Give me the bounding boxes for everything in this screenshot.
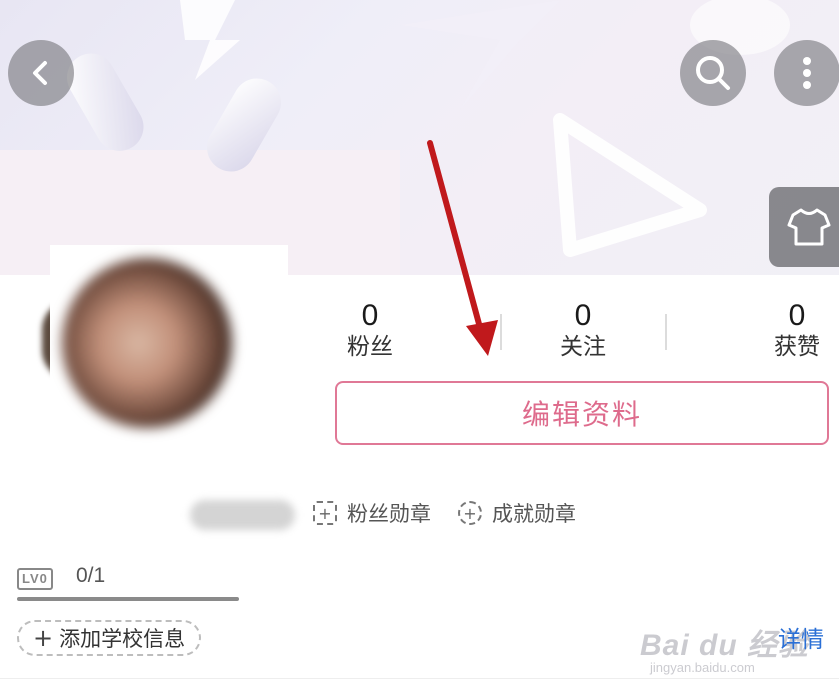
- details-link[interactable]: 详情: [778, 620, 824, 654]
- achievement-badge-label: 成就勋章: [492, 502, 576, 526]
- plus-icon: +: [33, 624, 54, 652]
- avatar[interactable]: [62, 258, 232, 428]
- watermark-url: jingyan.baidu.com: [650, 660, 755, 675]
- stat-fans-value: 0: [361, 299, 379, 332]
- fan-badge-icon: +: [313, 501, 337, 525]
- dress-up-button[interactable]: [769, 187, 839, 267]
- fan-badge-label: 粉丝勋章: [347, 502, 431, 526]
- add-school-button[interactable]: + 添加学校信息: [17, 620, 202, 656]
- more-button[interactable]: [774, 40, 839, 106]
- stat-following-value: 0: [574, 299, 592, 332]
- edit-profile-button[interactable]: 编辑资料: [335, 381, 829, 445]
- more-dots-icon: [803, 57, 811, 89]
- add-school-label: 添加学校信息: [59, 627, 186, 651]
- level-progress-bar: [17, 597, 239, 601]
- tshirt-icon: [787, 208, 831, 246]
- stat-divider: [665, 314, 667, 350]
- search-button[interactable]: [680, 40, 746, 106]
- stat-following[interactable]: 0 关注: [543, 300, 623, 362]
- fan-badge-link[interactable]: + 粉丝勋章: [313, 498, 431, 528]
- username-blurred: [190, 500, 295, 530]
- stat-fans[interactable]: 0 粉丝: [330, 300, 410, 362]
- stat-likes-value: 0: [788, 299, 806, 332]
- stat-likes-label: 获赞: [774, 334, 820, 360]
- stat-divider: [500, 314, 502, 350]
- stat-fans-label: 粉丝: [347, 334, 393, 360]
- level-progress-text: 0/1: [76, 564, 106, 587]
- stat-following-label: 关注: [560, 334, 606, 360]
- search-icon: [696, 56, 730, 90]
- achievement-badge-icon: +: [458, 501, 482, 525]
- stat-likes[interactable]: 0 获赞: [757, 300, 837, 362]
- level-tag: LV0: [17, 568, 53, 590]
- back-button[interactable]: [8, 40, 74, 106]
- divider: [0, 678, 839, 679]
- achievement-badge-link[interactable]: + 成就勋章: [458, 498, 576, 528]
- back-arrow-icon: [33, 61, 47, 85]
